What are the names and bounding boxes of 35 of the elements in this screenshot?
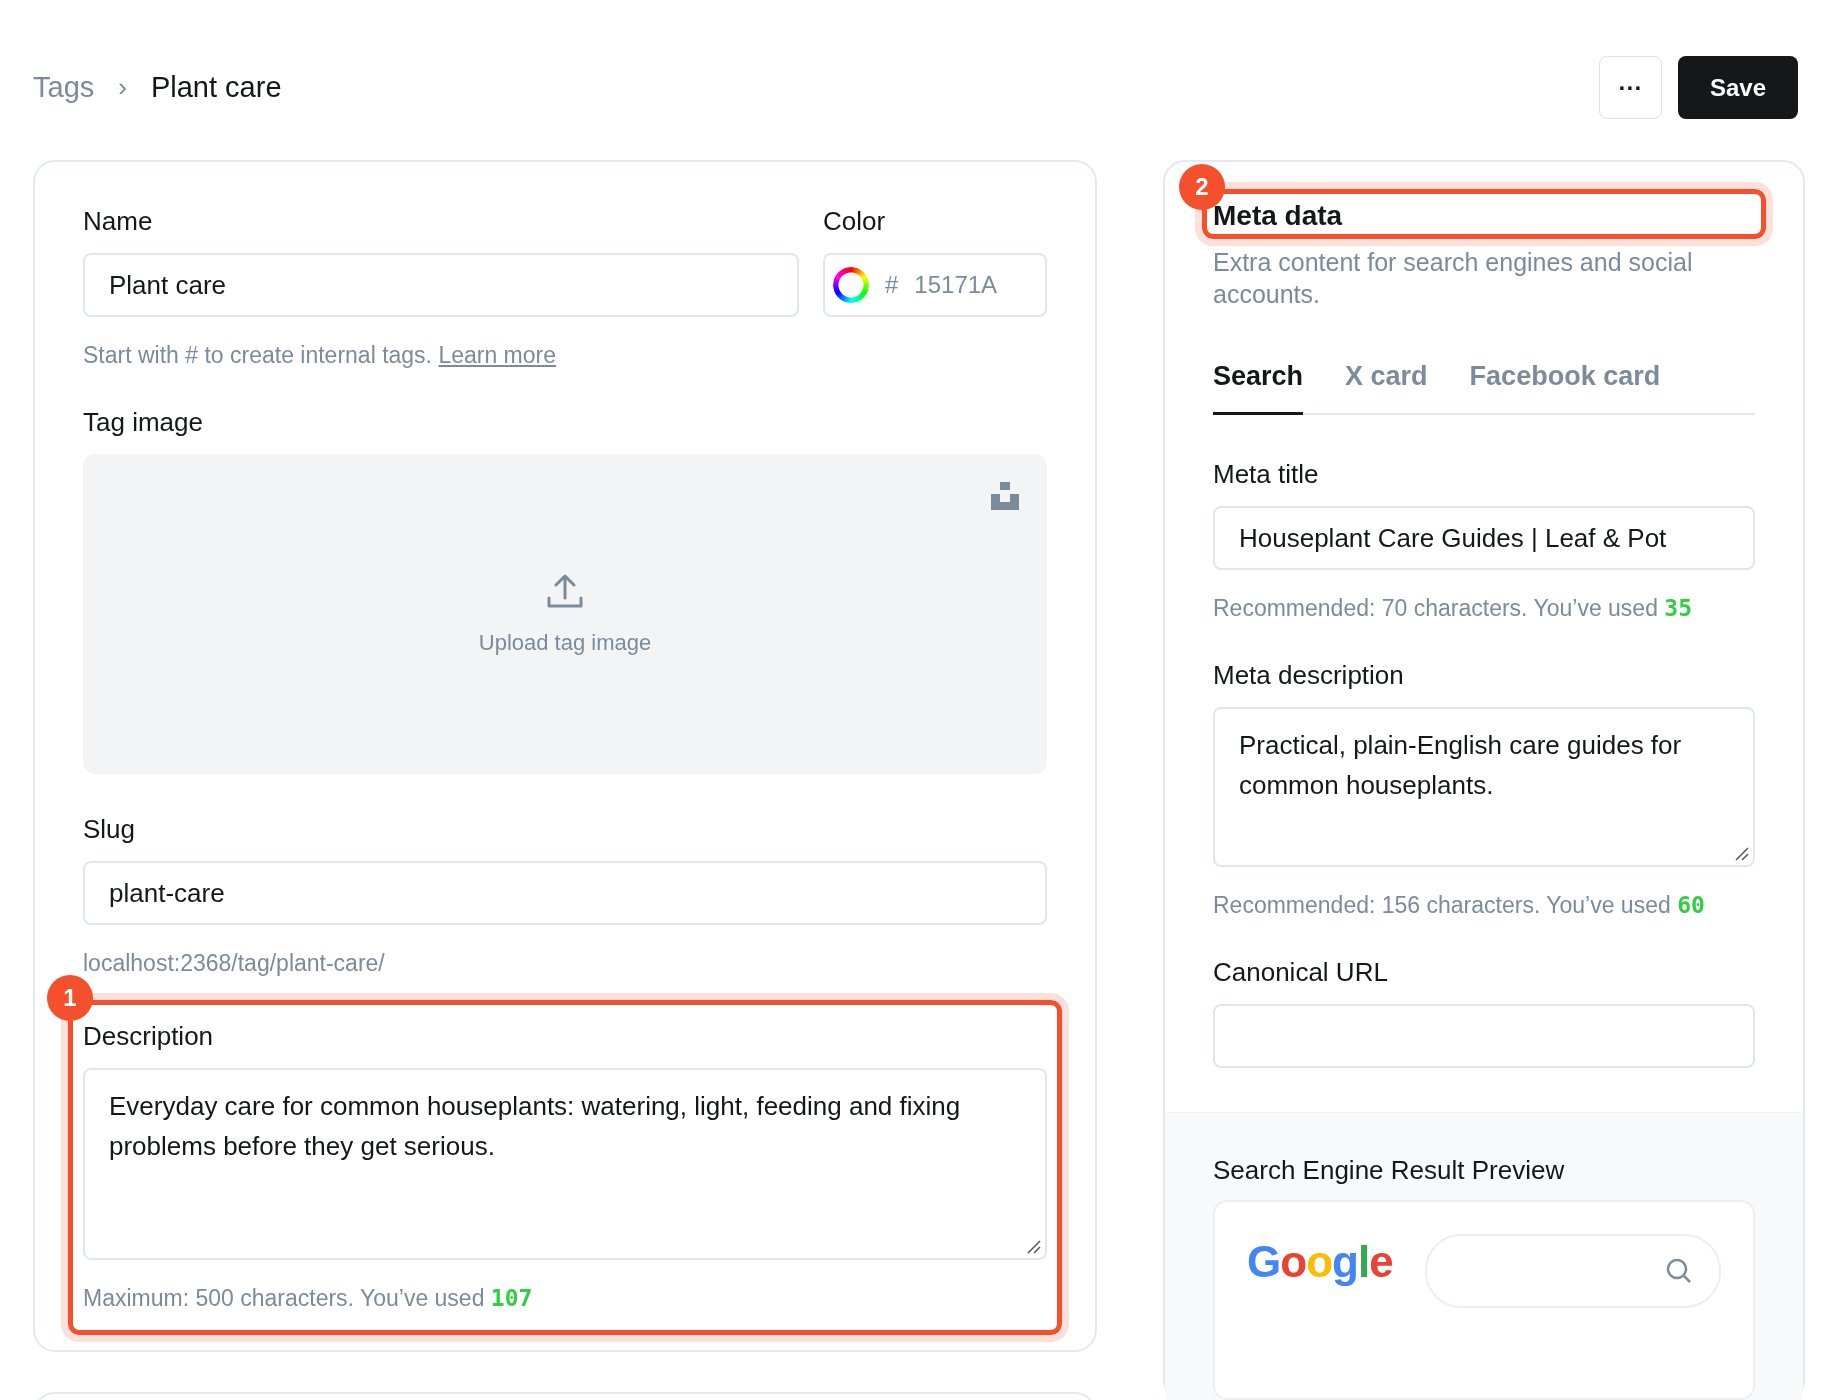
squares-icon[interactable] (991, 482, 1019, 510)
slug-field[interactable]: plant-care (83, 861, 1047, 925)
field-label: Canonical URL (1213, 957, 1389, 988)
search-icon (1665, 1257, 1693, 1285)
callout-badge: 1 (47, 975, 93, 1021)
character-count: Recommended: 156 characters. You’ve used 60 (1213, 891, 1706, 920)
save-button[interactable]: Save (1677, 56, 1798, 119)
page-title: Plant care (150, 71, 282, 104)
slug-url: localhost:2368/tag/plant-care/ (83, 949, 386, 978)
field-label: Description (83, 1021, 215, 1052)
character-count: Recommended: 70 characters. You’ve used 35 (1213, 594, 1694, 623)
resize-handle-icon[interactable] (1735, 847, 1749, 861)
learn-more-link[interactable]: Learn more (438, 342, 557, 368)
breadcrumb-separator: › (118, 72, 127, 103)
color-wheel-icon[interactable] (833, 267, 869, 303)
description-field[interactable]: Everyday care for common houseplants: watering, light, feeding and fixing problems before they get serious. (83, 1068, 1047, 1260)
field-label: Meta title (1213, 459, 1320, 490)
field-label: Name (83, 206, 154, 237)
character-count: Maximum: 500 characters. You’ve used 107 (83, 1284, 534, 1313)
resize-handle-icon[interactable] (1027, 1240, 1041, 1254)
field-label: Slug (83, 814, 137, 845)
upload-label: Upload tag image (478, 630, 652, 656)
name-field[interactable]: Plant care (83, 253, 799, 317)
meta-description-field[interactable]: Practical, plain-English care guides for common houseplants. (1213, 707, 1755, 867)
meta-title-field[interactable]: Houseplant Care Guides | Leaf & Pot (1213, 506, 1755, 570)
tab[interactable]: Search (1213, 360, 1304, 415)
hint-text: Start with # to create internal tags. (83, 342, 432, 368)
search-logo: Google (1247, 1236, 1393, 1288)
section-subtitle: Extra content for search engines and social accounts. (1213, 247, 1694, 310)
canonical-url-field[interactable] (1213, 1004, 1755, 1068)
field-label: Meta description (1213, 660, 1405, 691)
field-label: Color (823, 206, 887, 237)
field-label: Tag image (83, 407, 204, 438)
more-button[interactable]: ··· (1598, 56, 1662, 119)
preview-label: Search Engine Result Preview (1213, 1155, 1566, 1186)
